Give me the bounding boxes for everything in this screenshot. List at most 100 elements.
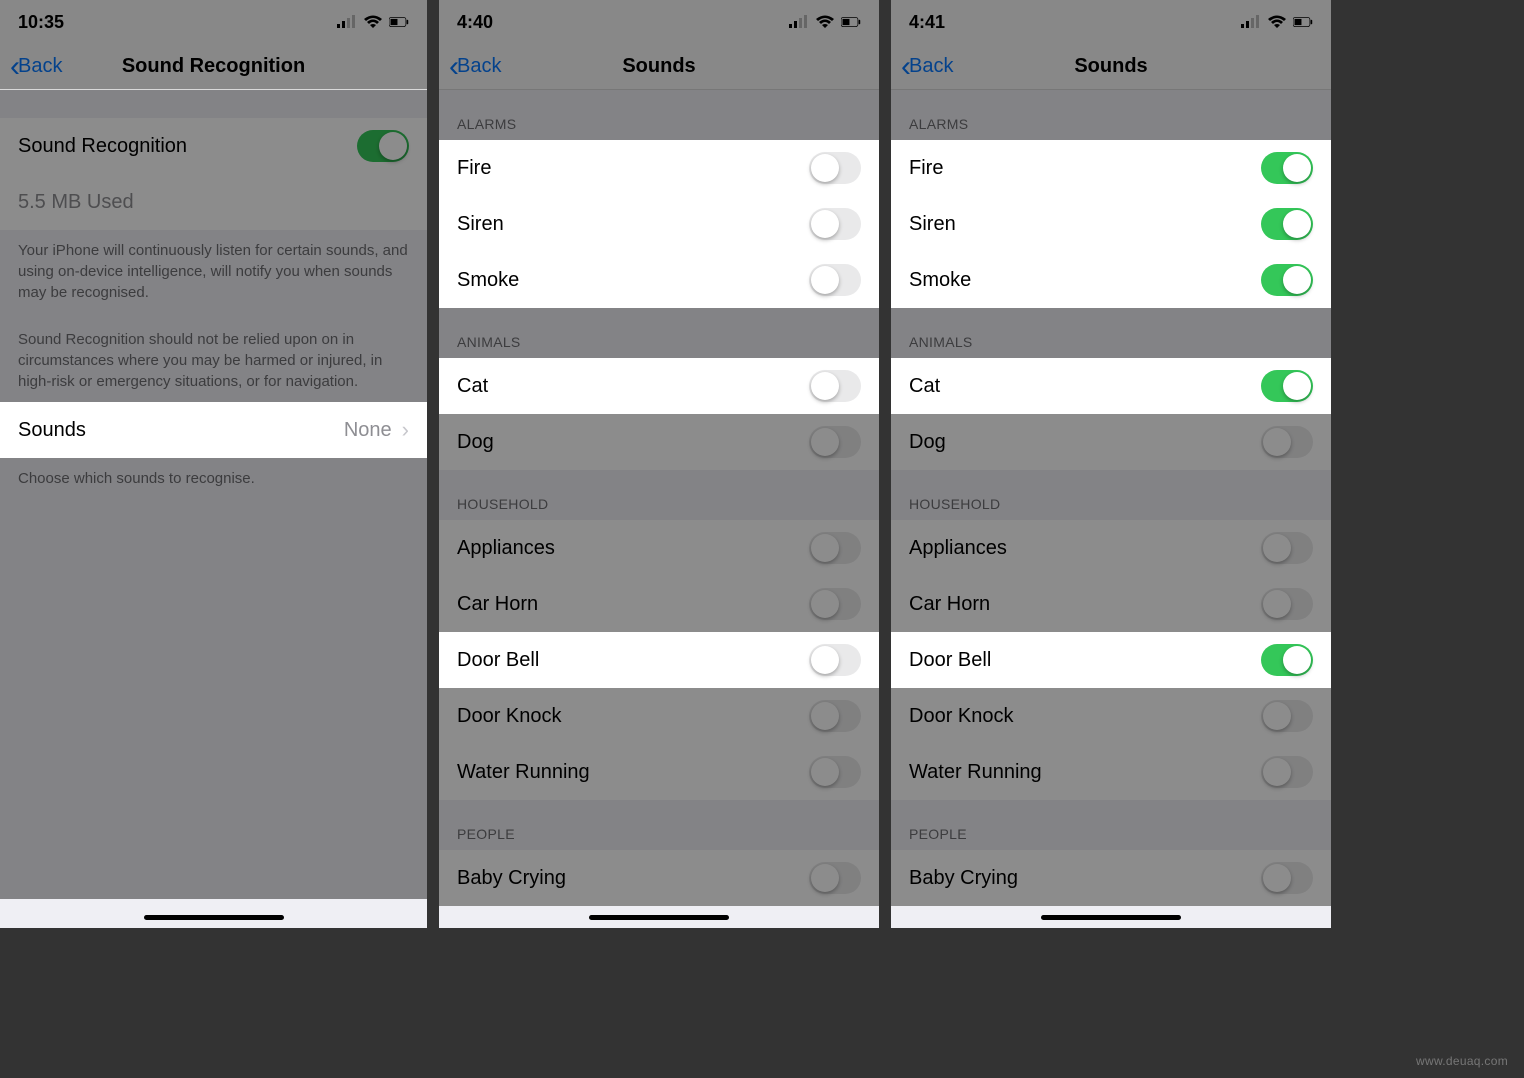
row-siren[interactable]: Siren (439, 196, 879, 252)
row-label: Water Running (457, 761, 590, 784)
dog-toggle[interactable] (809, 426, 861, 458)
row-cat[interactable]: Cat (891, 358, 1331, 414)
appliances-toggle[interactable] (809, 532, 861, 564)
row-cat[interactable]: Cat (439, 358, 879, 414)
row-label: Dog (457, 431, 494, 454)
row-label: Siren (909, 213, 956, 236)
stage: 10:35 ‹ Back Sound Recognition Sound Rec… (0, 0, 1524, 1078)
sounds-value: None (344, 419, 392, 442)
status-bar: 4:40 (439, 0, 879, 44)
door-knock-toggle[interactable] (809, 700, 861, 732)
section-header-label: ALARMS (891, 90, 1331, 140)
row-fire[interactable]: Fire (891, 140, 1331, 196)
row-door-knock[interactable]: Door Knock (891, 688, 1331, 744)
fire-toggle[interactable] (809, 152, 861, 184)
baby-crying-toggle[interactable] (809, 862, 861, 894)
sounds-label: Sounds (18, 419, 86, 442)
status-icons (1241, 15, 1313, 29)
signal-icon (789, 15, 809, 29)
page-title: Sounds (622, 55, 695, 78)
main-toggle-row[interactable]: Sound Recognition (0, 118, 427, 174)
section-header-animals: ANIMALS (439, 308, 879, 358)
back-button[interactable]: ‹ Back (901, 52, 953, 82)
content: ALARMSFireSirenSmokeANIMALSCatDogHOUSEHO… (891, 90, 1331, 928)
row-car-horn[interactable]: Car Horn (439, 576, 879, 632)
back-label: Back (909, 55, 953, 78)
row-label: Water Running (909, 761, 1042, 784)
sounds-row[interactable]: Sounds None › (0, 402, 427, 458)
section-header-label: ANIMALS (891, 308, 1331, 358)
row-car-horn[interactable]: Car Horn (891, 576, 1331, 632)
sound-recognition-toggle[interactable] (357, 130, 409, 162)
row-smoke[interactable]: Smoke (439, 252, 879, 308)
car-horn-toggle[interactable] (1261, 588, 1313, 620)
car-horn-toggle[interactable] (809, 588, 861, 620)
row-label: Fire (909, 157, 943, 180)
section-header-label: HOUSEHOLD (439, 470, 879, 520)
row-label: Door Knock (909, 705, 1014, 728)
door-knock-toggle[interactable] (1261, 700, 1313, 732)
chevron-right-icon: › (402, 417, 409, 443)
section-header-alarms: ALARMS (439, 90, 879, 140)
row-door-knock[interactable]: Door Knock (439, 688, 879, 744)
battery-icon (389, 15, 409, 29)
row-water-running[interactable]: Water Running (891, 744, 1331, 800)
nav-bar: ‹ Back Sounds (891, 44, 1331, 90)
content: ALARMSFireSirenSmokeANIMALSCat Dog HOUSEHO… (439, 90, 879, 928)
row-siren[interactable]: Siren (891, 196, 1331, 252)
appliances-toggle[interactable] (1261, 532, 1313, 564)
row-dog[interactable]: Dog (439, 414, 879, 470)
section-header-label: ALARMS (439, 90, 879, 140)
dog-toggle[interactable] (1261, 426, 1313, 458)
home-indicator[interactable] (1041, 915, 1181, 920)
door-bell-toggle[interactable] (809, 644, 861, 676)
section-header-alarms: ALARMS (891, 90, 1331, 140)
row-door-bell[interactable]: Door Bell (439, 632, 879, 688)
row-label: Door Knock (457, 705, 562, 728)
row-fire[interactable]: Fire (439, 140, 879, 196)
row-label: Dog (909, 431, 946, 454)
section-header-people: PEOPLE (439, 800, 879, 850)
row-baby-crying[interactable]: Baby Crying (891, 850, 1331, 906)
row-baby-crying[interactable]: Baby Crying (439, 850, 879, 906)
wifi-icon (815, 15, 835, 29)
storage-text: 5.5 MB Used (18, 191, 134, 214)
back-label: Back (18, 55, 62, 78)
smoke-toggle[interactable] (1261, 264, 1313, 296)
smoke-toggle[interactable] (809, 264, 861, 296)
baby-crying-toggle[interactable] (1261, 862, 1313, 894)
spacer (0, 90, 427, 118)
home-indicator[interactable] (144, 915, 284, 920)
battery-icon (1293, 15, 1313, 29)
status-icons (789, 15, 861, 29)
door-bell-toggle[interactable] (1261, 644, 1313, 676)
back-button[interactable]: ‹ Back (449, 52, 501, 82)
watermark: www.deuaq.com (1416, 1054, 1508, 1068)
siren-toggle[interactable] (1261, 208, 1313, 240)
row-label: Car Horn (457, 593, 538, 616)
panel-sounds-off: 4:40 ‹ Back Sounds ALARMSFireSirenSmokeA… (439, 0, 879, 928)
row-appliances[interactable]: Appliances (891, 520, 1331, 576)
cat-toggle[interactable] (809, 370, 861, 402)
home-indicator[interactable] (589, 915, 729, 920)
fire-toggle[interactable] (1261, 152, 1313, 184)
row-smoke[interactable]: Smoke (891, 252, 1331, 308)
back-label: Back (457, 55, 501, 78)
cat-toggle[interactable] (1261, 370, 1313, 402)
status-nav-block: 4:40 ‹ Back Sounds (439, 0, 879, 90)
section-header-label: ANIMALS (439, 308, 879, 358)
row-label: Car Horn (909, 593, 990, 616)
status-time: 10:35 (18, 12, 64, 33)
siren-toggle[interactable] (809, 208, 861, 240)
row-door-bell[interactable]: Door Bell (891, 632, 1331, 688)
nav-bar: ‹ Back Sounds (439, 44, 879, 90)
section-header-household: HOUSEHOLD (439, 470, 879, 520)
page-title: Sounds (1074, 55, 1147, 78)
row-water-running[interactable]: Water Running (439, 744, 879, 800)
back-button[interactable]: ‹ Back (10, 52, 62, 82)
row-appliances[interactable]: Appliances (439, 520, 879, 576)
water-running-toggle[interactable] (1261, 756, 1313, 788)
wifi-icon (363, 15, 383, 29)
water-running-toggle[interactable] (809, 756, 861, 788)
row-dog[interactable]: Dog (891, 414, 1331, 470)
